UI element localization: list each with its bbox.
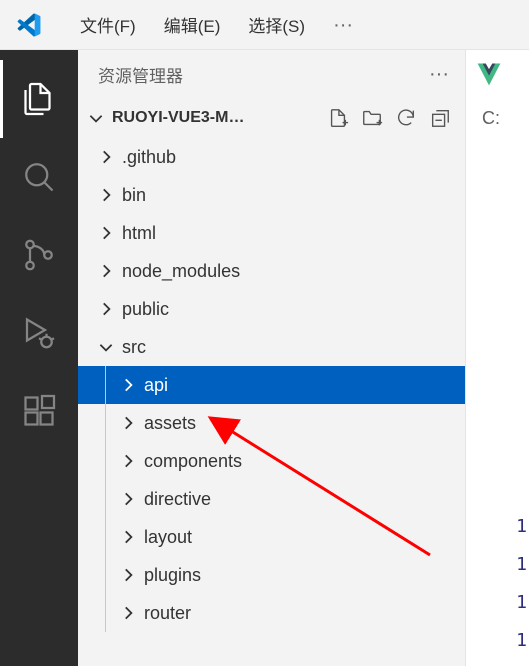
files-icon [21, 81, 57, 117]
chevron-down-icon [86, 108, 106, 128]
new-folder-icon[interactable] [361, 107, 383, 129]
tree-item-label: .github [122, 147, 176, 168]
chevron-right-icon [118, 565, 138, 585]
tree-item-node_modules[interactable]: node_modules [78, 252, 465, 290]
tree-item-label: plugins [144, 565, 201, 586]
chevron-right-icon [96, 185, 116, 205]
chevron-right-icon [118, 489, 138, 509]
tree-item-api[interactable]: api [78, 366, 465, 404]
extensions-icon [21, 393, 57, 429]
file-tree: .github bin html node_modulespublic src api as… [78, 138, 465, 666]
tree-item-layout[interactable]: layout [78, 518, 465, 556]
tree-item-label: node_modules [122, 261, 240, 282]
tree-item-src[interactable]: src [78, 328, 465, 366]
tree-item-label: components [144, 451, 242, 472]
tree-item-label: html [122, 223, 156, 244]
chevron-right-icon [96, 261, 116, 281]
project-name: RUOYI-VUE3-M… [112, 109, 327, 127]
search-icon [21, 159, 57, 195]
editor-area: C: 1111 [466, 50, 529, 666]
tree-item-bin[interactable]: bin [78, 176, 465, 214]
line-numbers: 1111 [516, 508, 527, 660]
tree-item-html[interactable]: html [78, 214, 465, 252]
collapse-all-icon[interactable] [429, 107, 451, 129]
tree-item-label: directive [144, 489, 211, 510]
vscode-logo-icon [16, 12, 42, 38]
breadcrumb-root: C: [482, 108, 500, 129]
chevron-right-icon [96, 147, 116, 167]
chevron-right-icon [118, 375, 138, 395]
activity-explorer[interactable] [0, 60, 78, 138]
menu-edit[interactable]: 编辑(E) [150, 6, 235, 43]
tree-item-router[interactable]: router [78, 594, 465, 632]
tree-item-components[interactable]: components [78, 442, 465, 480]
refresh-icon[interactable] [395, 107, 417, 129]
tree-item-assets[interactable]: assets [78, 404, 465, 442]
explorer-header: 资源管理器 ··· [78, 50, 465, 98]
chevron-right-icon [96, 223, 116, 243]
explorer-more-icon[interactable]: ··· [429, 63, 449, 86]
run-debug-icon [21, 315, 57, 351]
explorer-title: 资源管理器 [98, 62, 183, 87]
tree-item-public[interactable]: public [78, 290, 465, 328]
project-header[interactable]: RUOYI-VUE3-M… [78, 98, 465, 138]
activity-run-debug[interactable] [0, 294, 78, 372]
tree-item-label: router [144, 603, 191, 624]
tree-item-label: assets [144, 413, 196, 434]
chevron-right-icon [96, 299, 116, 319]
tree-item-label: layout [144, 527, 192, 548]
activity-extensions[interactable] [0, 372, 78, 450]
main-area: 资源管理器 ··· RUOYI-VUE3-M… [0, 50, 529, 666]
menu-file[interactable]: 文件(F) [66, 6, 150, 43]
title-bar: 文件(F) 编辑(E) 选择(S) ··· [0, 0, 529, 50]
breadcrumb[interactable]: C: [466, 98, 529, 138]
editor-tab[interactable] [466, 50, 529, 98]
tree-item-label: src [122, 337, 146, 358]
chevron-right-icon [118, 413, 138, 433]
activity-source-control[interactable] [0, 216, 78, 294]
explorer-sidebar: 资源管理器 ··· RUOYI-VUE3-M… [78, 50, 466, 666]
new-file-icon[interactable] [327, 107, 349, 129]
tree-item-github[interactable]: .github [78, 138, 465, 176]
tree-item-label: public [122, 299, 169, 320]
tree-item-plugins[interactable]: plugins [78, 556, 465, 594]
tree-item-label: bin [122, 185, 146, 206]
activity-bar [0, 50, 78, 666]
source-control-icon [21, 237, 57, 273]
chevron-right-icon [118, 603, 138, 623]
tree-item-directive[interactable]: directive [78, 480, 465, 518]
tree-item-label: api [144, 375, 168, 396]
menu-overflow[interactable]: ··· [319, 12, 367, 38]
menu-select[interactable]: 选择(S) [234, 6, 319, 43]
activity-search[interactable] [0, 138, 78, 216]
chevron-right-icon [118, 451, 138, 471]
chevron-right-icon [118, 527, 138, 547]
vue-icon [476, 61, 502, 87]
chevron-down-icon [96, 337, 116, 357]
